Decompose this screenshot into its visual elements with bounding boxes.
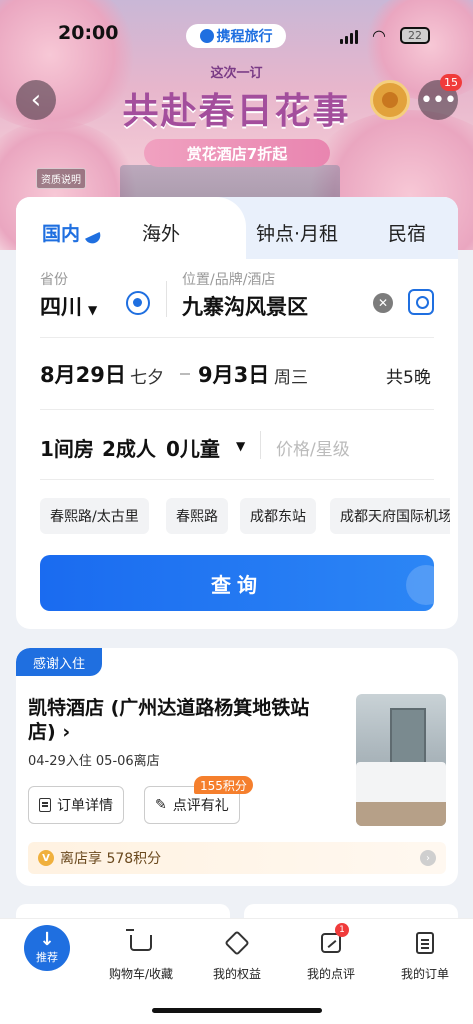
reviews-badge: 1: [335, 923, 349, 937]
hotel-search-card: 国内 海外 钟点·月租 民宿 省份 四川 ▼ 位置/品牌/酒店 九寨沟风景区 ✕ …: [16, 197, 458, 629]
home-indicator: [152, 1008, 322, 1013]
chip-chunxi[interactable]: 春熙路: [166, 498, 228, 534]
nav-orders[interactable]: 我的订单: [378, 929, 472, 982]
promo-tagline: 这次一订: [210, 66, 263, 81]
chip-tianfu-airport[interactable]: 成都天府国际机场: [330, 498, 450, 534]
pen-icon: ✎: [155, 797, 167, 813]
tab-homestay[interactable]: 民宿: [388, 219, 426, 246]
hotel-name[interactable]: 凯特酒店 (广州达道路杨箕地铁站店) ›: [28, 696, 328, 744]
points-badge: 155积分: [194, 776, 253, 794]
nav-recommend-label: 推荐: [36, 951, 58, 964]
hotel-name-text: 凯特酒店 (广州达道路杨箕地铁站店): [28, 697, 310, 743]
order-detail-button[interactable]: 订单详情: [28, 786, 124, 824]
photo-floor: [356, 802, 446, 826]
checkout-points-bar[interactable]: V 离店享 578积分 ›: [28, 842, 446, 874]
vip-icon: V: [38, 850, 54, 866]
checkout-date[interactable]: 9月3日: [198, 359, 269, 389]
search-button-label: 查询: [211, 572, 263, 597]
chip-chunxi-taikoo[interactable]: 春熙路/太古里: [40, 498, 149, 534]
quick-filter-chips: 春熙路/太古里 春熙路 成都东站 成都天府国际机场: [40, 498, 450, 534]
arrow-right-icon: ›: [420, 850, 436, 866]
adults-count[interactable]: 2成人: [102, 433, 156, 462]
tab-overseas[interactable]: 海外: [142, 219, 180, 246]
rewards-icon[interactable]: [370, 80, 410, 120]
thanks-tag: 感谢入住: [16, 648, 102, 676]
map-search-icon[interactable]: [408, 289, 434, 315]
location-label: 位置/品牌/酒店: [182, 272, 276, 288]
nights-count: 共5晚: [386, 368, 431, 388]
wifi-icon: ◠: [372, 26, 386, 45]
battery-icon: 22: [400, 27, 430, 44]
nav-reviews[interactable]: 1 我的点评: [284, 923, 378, 982]
nav-reviews-label: 我的点评: [306, 967, 355, 981]
document-icon: [39, 798, 51, 812]
stay-dates: 04-29入住 05-06离店: [28, 754, 160, 769]
divider: [40, 337, 434, 338]
more-dots-icon: •••: [420, 87, 457, 113]
recent-order-card[interactable]: 感谢入住 凯特酒店 (广州达道路杨箕地铁站店) › 04-29入住 05-06离…: [16, 648, 458, 886]
location-input[interactable]: 九寨沟风景区: [182, 291, 308, 321]
checkout-weekday: 周三: [274, 368, 308, 388]
chevron-right-icon: ›: [62, 721, 71, 743]
nav-cart-label: 购物车/收藏: [108, 967, 174, 981]
brand-pill: 携程旅行: [186, 24, 286, 48]
clear-icon[interactable]: ✕: [373, 293, 393, 313]
search-button[interactable]: 查询: [40, 555, 434, 611]
children-count[interactable]: 0儿童: [166, 433, 220, 462]
price-star-filter[interactable]: 价格/星级: [276, 435, 350, 460]
nav-orders-label: 我的订单: [400, 967, 449, 981]
divider: [40, 409, 434, 410]
province-value: 四川: [40, 295, 82, 319]
promo-subtitle[interactable]: 赏花酒店7折起: [144, 139, 330, 167]
checkout-points-text: 离店享 578积分: [60, 851, 162, 867]
recommend-button[interactable]: ↓ 推荐: [24, 925, 70, 971]
nav-cart[interactable]: 购物车/收藏: [94, 929, 188, 982]
checkin-weekday: 七夕: [130, 368, 164, 388]
date-separator: [180, 373, 190, 375]
divider: [166, 281, 167, 317]
qualification-link[interactable]: 资质说明: [36, 168, 86, 189]
divider: [260, 431, 261, 459]
orders-icon: [416, 932, 434, 954]
province-select[interactable]: 四川 ▼: [40, 291, 97, 321]
locate-icon[interactable]: [126, 291, 150, 315]
status-bar: 20:00 携程旅行 ◠ 22: [0, 22, 473, 48]
notification-badge: 15: [440, 74, 462, 91]
province-label: 省份: [40, 272, 68, 288]
cart-icon: [126, 929, 152, 951]
arrow-down-icon: ↓: [39, 929, 55, 950]
rooms-count[interactable]: 1间房: [40, 433, 94, 462]
signal-icon: [340, 30, 358, 44]
brand-name: 携程旅行: [216, 29, 273, 45]
nav-benefits[interactable]: 我的权益: [190, 929, 284, 982]
hotel-photo[interactable]: [356, 694, 446, 826]
nav-recommend[interactable]: ↓ 推荐: [0, 925, 94, 971]
caret-down-icon: ▼: [88, 303, 98, 317]
status-time: 20:00: [58, 22, 119, 44]
order-detail-label: 订单详情: [57, 798, 113, 814]
button-decoration: [406, 565, 434, 605]
review-reward-label: 点评有礼: [172, 798, 229, 814]
chip-chengdu-east[interactable]: 成都东站: [240, 498, 316, 534]
tab-domestic[interactable]: 国内: [42, 219, 80, 246]
photo-bed: [356, 762, 446, 802]
tab-hourly-monthly[interactable]: 钟点·月租: [256, 219, 338, 246]
photo-window: [390, 708, 426, 764]
divider: [40, 479, 434, 480]
diamond-icon: [224, 930, 250, 956]
checkin-date[interactable]: 8月29日: [40, 359, 126, 389]
nav-benefits-label: 我的权益: [212, 967, 261, 981]
brand-logo-icon: [199, 29, 214, 43]
caret-down-icon[interactable]: ▼: [236, 439, 245, 453]
